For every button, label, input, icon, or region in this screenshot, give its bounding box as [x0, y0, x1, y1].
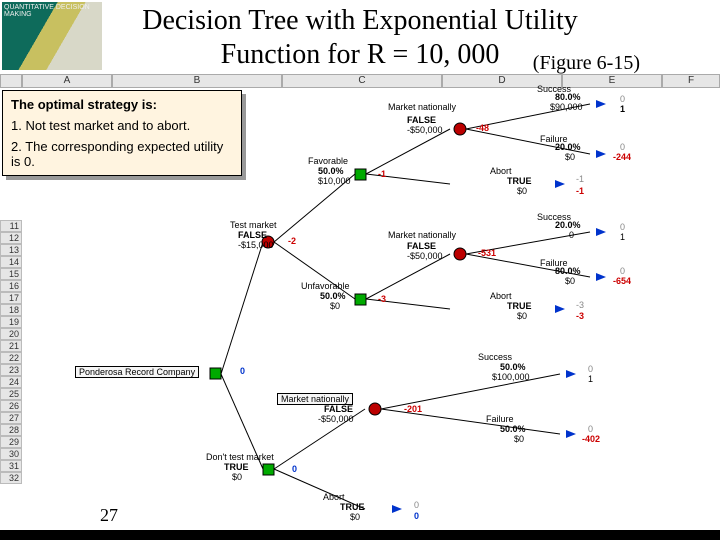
unfav-success-cost: 0 — [569, 230, 574, 240]
dtm-failure-prob: 50.0% — [500, 424, 526, 434]
unfav-failure-pay: 0 — [620, 266, 625, 276]
title-line-1: Decision Tree with Exponential Utility — [142, 5, 578, 36]
dtm-failure-pay: 0 — [588, 424, 593, 434]
fav-success-val: 1 — [620, 104, 625, 114]
fav-market-value: -48 — [476, 123, 489, 133]
dtm-abort-pay: 0 — [414, 500, 419, 510]
unfav-success-pay: 0 — [620, 222, 625, 232]
unfavorable-value: -3 — [378, 294, 386, 304]
dtm-success-val: 1 — [588, 374, 593, 384]
unfav-failure-val: -654 — [613, 276, 631, 286]
fav-failure-prob: 20.0% — [555, 142, 581, 152]
fav-success-pay: 0 — [620, 94, 625, 104]
fav-abort-label: Abort — [490, 166, 512, 176]
unfav-success-val: 1 — [620, 232, 625, 242]
callout-item-2: 2. The corresponding expected utility is… — [11, 139, 233, 169]
fav-abort-status: TRUE — [507, 176, 532, 186]
fav-market-status: FALSE — [407, 115, 436, 125]
dont-test-value: 0 — [292, 464, 297, 474]
page-number: 27 — [100, 505, 118, 526]
fav-market-label: Market nationally — [388, 102, 456, 112]
fav-failure-val: -244 — [613, 152, 631, 162]
fav-success-cost: $90,000 — [550, 102, 583, 112]
favorable-label: Favorable — [308, 156, 348, 166]
fav-failure-cost: $0 — [565, 152, 575, 162]
dtm-market-cost: -$50,000 — [318, 414, 354, 424]
favorable-cost: $10,000 — [318, 176, 351, 186]
dtm-abort-cost: $0 — [350, 512, 360, 522]
dtm-failure-cost: $0 — [514, 434, 524, 444]
dtm-failure-val: -402 — [582, 434, 600, 444]
book-cover-thumb: QUANTITATIVE DECISION MAKING — [2, 2, 102, 70]
fav-market-cost: -$50,000 — [407, 125, 443, 135]
unfavorable-cost: $0 — [330, 301, 340, 311]
dtm-abort-label: Abort — [323, 492, 345, 502]
unfavorable-label: Unfavorable — [301, 281, 350, 291]
dtm-abort-status: TRUE — [340, 502, 365, 512]
dtm-success-prob: 50.0% — [500, 362, 526, 372]
callout-header: The optimal strategy is: — [11, 97, 157, 112]
unfav-failure-prob: 80.0% — [555, 266, 581, 276]
figure-reference: (Figure 6-15) — [533, 52, 640, 75]
unfav-market-status: FALSE — [407, 241, 436, 251]
root-node: Ponderosa Record Company — [75, 366, 199, 378]
dtm-abort-value: 0 — [414, 511, 419, 521]
unfav-abort-cost: $0 — [517, 311, 527, 321]
fav-success-prob: 80.0% — [555, 92, 581, 102]
unfav-market-value: -531 — [478, 248, 496, 258]
unfav-market-label: Market nationally — [388, 230, 456, 240]
unfavorable-prob: 50.0% — [320, 291, 346, 301]
favorable-value: -1 — [378, 169, 386, 179]
fav-abort-pay: -1 — [576, 174, 584, 184]
fav-abort-value: -1 — [576, 186, 584, 196]
test-market-value: -2 — [288, 236, 296, 246]
dtm-success-cost: $100,000 — [492, 372, 530, 382]
dont-test-label: Don't test market — [206, 452, 274, 462]
test-market-cost: -$15,000 — [238, 240, 274, 250]
dtm-market-status: FALSE — [324, 404, 353, 414]
callout-item-1: 1. Not test market and to abort. — [11, 118, 233, 133]
footer-band — [0, 530, 720, 540]
strategy-callout: The optimal strategy is: 1. Not test mar… — [2, 90, 242, 176]
dont-test-status: TRUE — [224, 462, 249, 472]
root-value: 0 — [240, 366, 245, 376]
unfav-abort-pay: -3 — [576, 300, 584, 310]
unfav-success-prob: 20.0% — [555, 220, 581, 230]
unfav-failure-cost: $0 — [565, 276, 575, 286]
fav-failure-pay: 0 — [620, 142, 625, 152]
dtm-market-value: -201 — [404, 404, 422, 414]
unfav-market-cost: -$50,000 — [407, 251, 443, 261]
unfav-abort-status: TRUE — [507, 301, 532, 311]
title-line-2: Function for R = 10, 000 — [221, 39, 500, 70]
fav-abort-cost: $0 — [517, 186, 527, 196]
favorable-prob: 50.0% — [318, 166, 344, 176]
unfav-abort-label: Abort — [490, 291, 512, 301]
test-market-label: Test market — [230, 220, 277, 230]
dtm-success-label: Success — [478, 352, 512, 362]
dont-test-cost: $0 — [232, 472, 242, 482]
test-market-status: FALSE — [238, 230, 267, 240]
dtm-success-pay: 0 — [588, 364, 593, 374]
unfav-abort-value: -3 — [576, 311, 584, 321]
dtm-failure-label: Failure — [486, 414, 514, 424]
